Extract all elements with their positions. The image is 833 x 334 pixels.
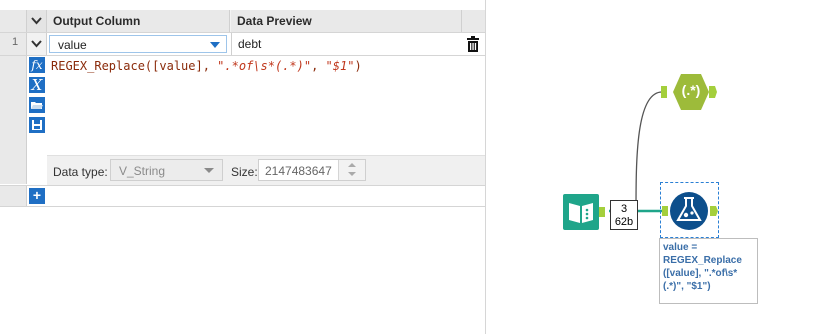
- record-count: 3: [620, 203, 628, 215]
- add-formula-button[interactable]: +: [29, 188, 45, 204]
- collapse-all-toggle[interactable]: [27, 10, 47, 32]
- annotation-line: ([value], ".*of\s*: [663, 268, 738, 279]
- data-type-select[interactable]: V_String: [110, 159, 223, 181]
- data-preview-header: Data Preview: [231, 10, 462, 32]
- size-input[interactable]: 2147483647: [258, 159, 366, 181]
- expression-close: ): [354, 59, 362, 73]
- chevron-down-icon: [31, 40, 42, 48]
- header-tail: [462, 10, 485, 32]
- dropdown-arrow-icon: [210, 42, 220, 48]
- field-settings-bar: Data type: V_String Size: 2147483647: [47, 155, 485, 185]
- size-label: Size:: [231, 165, 258, 179]
- annotation-line: (.*)", "$1"): [663, 281, 711, 292]
- stepper-down-icon[interactable]: [348, 172, 356, 176]
- data-type-label: Data type:: [53, 165, 108, 179]
- connection-line-to-regex[interactable]: [633, 91, 663, 213]
- expression-replacement: "$1": [325, 59, 355, 73]
- formula-editor-panel: Output Column Data Preview 1 value debt …: [0, 0, 485, 334]
- formula-row: 1 value debt: [0, 33, 485, 56]
- add-formula-row: +: [0, 185, 485, 207]
- trash-icon[interactable]: [466, 36, 480, 52]
- size-value: 2147483647: [265, 164, 332, 178]
- expression-separator: ,: [311, 59, 326, 73]
- regex-tool[interactable]: (.*): [661, 70, 721, 114]
- fx-icon[interactable]: fx: [29, 57, 45, 73]
- input-data-tool[interactable]: [563, 194, 607, 230]
- variable-x-icon[interactable]: X: [29, 76, 45, 94]
- add-row-gutter: [0, 186, 27, 206]
- formula-tool-annotation: value = REGEX_Replace ([value], ".*of\s*…: [659, 238, 758, 304]
- annotation-line: REGEX_Replace: [663, 255, 742, 266]
- row-collapse-toggle[interactable]: [27, 33, 47, 55]
- size-stepper[interactable]: [338, 160, 365, 180]
- row-number: 1: [12, 36, 19, 48]
- row-gutter: 1: [0, 33, 27, 55]
- dropdown-arrow-icon: [204, 168, 214, 173]
- expression-pattern: ".*of\s*(.*)": [217, 59, 312, 73]
- record-size: 62b: [614, 216, 634, 228]
- output-column-select[interactable]: value: [49, 35, 227, 53]
- expression-function: REGEX_Replace([value],: [51, 59, 218, 73]
- data-preview-value: debt: [231, 33, 462, 55]
- expression-gutter: [0, 56, 27, 184]
- open-folder-icon[interactable]: [29, 97, 45, 113]
- connection-record-count: 3 62b: [610, 200, 638, 230]
- save-icon[interactable]: [29, 117, 45, 133]
- chevron-down-icon: [31, 17, 42, 25]
- annotation-line: value =: [663, 242, 698, 253]
- output-column-value: value: [58, 38, 87, 52]
- stepper-up-icon[interactable]: [348, 163, 356, 167]
- grid-header: Output Column Data Preview: [0, 10, 485, 33]
- data-type-value: V_String: [119, 164, 166, 178]
- regex-tool-label: (.*): [681, 82, 701, 98]
- header-gutter: [0, 10, 27, 32]
- selected-tool-outline: [660, 182, 719, 238]
- output-column-header: Output Column: [47, 10, 230, 32]
- expression-editor[interactable]: REGEX_Replace([value], ".*of\s*(.*)", "$…: [51, 59, 362, 73]
